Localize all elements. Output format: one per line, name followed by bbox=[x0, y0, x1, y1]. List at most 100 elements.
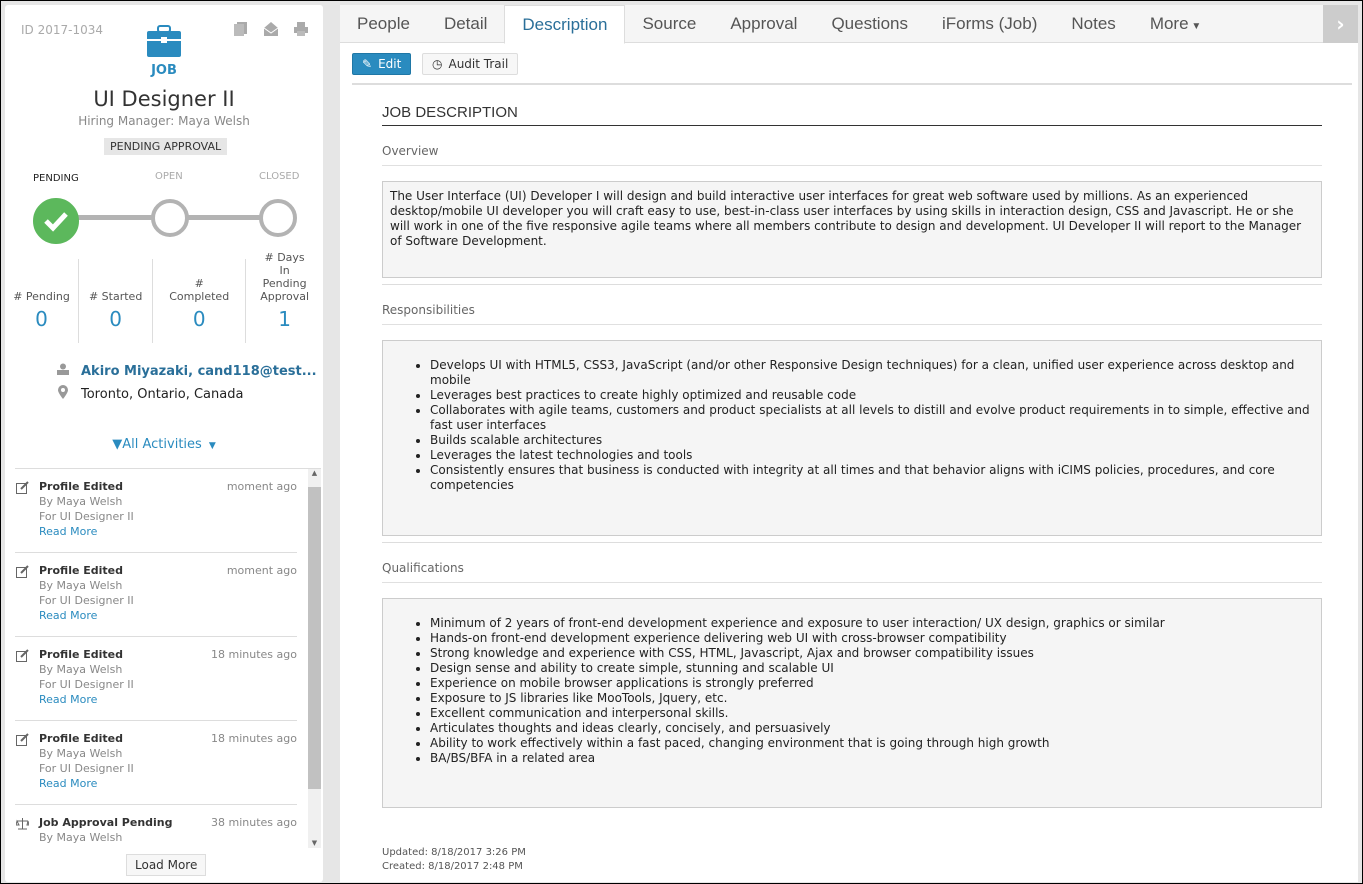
tab-more[interactable]: More ▼ bbox=[1133, 5, 1218, 42]
activity-item: Profile Edited moment ago By Maya Welsh F… bbox=[15, 469, 297, 553]
copy-icon[interactable] bbox=[233, 21, 249, 37]
record-type: JOB bbox=[151, 63, 177, 78]
job-title: UI Designer II bbox=[93, 87, 235, 111]
audit-trail-button[interactable]: ◷ Audit Trail bbox=[422, 53, 519, 75]
qualifications-textarea[interactable]: Minimum of 2 years of front-end developm… bbox=[382, 598, 1322, 808]
activity-item: Profile Edited 18 minutes ago By Maya We… bbox=[15, 721, 297, 805]
tab-label: Notes bbox=[1071, 14, 1116, 33]
app-frame: ID 2017-1034 JOB UI Designer II Hiring M… bbox=[1, 1, 1362, 883]
step-label-pending: PENDING bbox=[33, 173, 79, 184]
edit-icon bbox=[16, 481, 29, 494]
stat-value: 1 bbox=[278, 307, 291, 331]
tab-label: Source bbox=[642, 14, 697, 33]
stat-label: # Pending bbox=[13, 290, 70, 303]
stat-value[interactable]: 0 bbox=[79, 307, 152, 331]
tab-description[interactable]: Description bbox=[504, 5, 626, 44]
contact-info: Akiro Miyazaki, cand118@test... Toronto,… bbox=[57, 363, 317, 403]
tab-label: Description bbox=[522, 15, 608, 34]
stat-started: # Started 0 bbox=[79, 259, 154, 343]
read-more-link[interactable]: Read More bbox=[39, 524, 297, 539]
load-more-button[interactable]: Load More bbox=[126, 854, 207, 876]
pencil-icon: ✎ bbox=[362, 57, 373, 71]
tab-approval[interactable]: Approval bbox=[713, 5, 814, 42]
activity-by: By Maya Welsh bbox=[39, 495, 123, 508]
caret-down-icon: ▼ bbox=[1188, 21, 1202, 32]
responsibilities-label: Responsibilities bbox=[382, 303, 1322, 325]
read-more-link[interactable]: Read More bbox=[39, 776, 297, 791]
list-item: Hands-on front-end development experienc… bbox=[430, 631, 1314, 646]
briefcase-icon bbox=[147, 25, 181, 57]
tab-bar: People Detail Description Source Approval Que… bbox=[340, 5, 1358, 44]
activity-time: moment ago bbox=[226, 564, 297, 577]
activity-item: Profile Edited moment ago By Maya Welsh F… bbox=[15, 553, 297, 637]
list-item: Ability to work effectively within a fas… bbox=[430, 736, 1314, 751]
activity-item: Profile Edited 18 minutes ago By Maya We… bbox=[15, 637, 297, 721]
step-label-open: OPEN bbox=[155, 171, 183, 182]
tab-source[interactable]: Source bbox=[625, 5, 713, 42]
scrollbar-thumb[interactable] bbox=[308, 487, 321, 789]
activity-by: By Maya Welsh bbox=[39, 747, 123, 760]
stat-pending: # Pending 0 bbox=[5, 259, 80, 343]
list-item: Builds scalable architectures bbox=[430, 433, 1314, 448]
read-more-link[interactable]: Read More bbox=[39, 692, 297, 707]
tab-iforms-job[interactable]: iForms (Job) bbox=[925, 5, 1054, 42]
activity-time: 18 minutes ago bbox=[211, 648, 297, 661]
updated-time: Updated: 8/18/2017 3:26 PM bbox=[382, 847, 526, 858]
email-icon[interactable] bbox=[263, 21, 279, 37]
tab-detail[interactable]: Detail bbox=[427, 5, 504, 42]
step-label-closed: CLOSED bbox=[259, 171, 300, 182]
edit-button[interactable]: ✎ Edit bbox=[352, 53, 412, 75]
list-item: Experience on mobile browser application… bbox=[430, 676, 1314, 691]
location-icon bbox=[57, 385, 69, 403]
activity-item: Job Approval Pending 38 minutes ago By M… bbox=[15, 805, 297, 848]
stats-row: # Pending 0 # Started 0 # Completed 0 # Day… bbox=[5, 251, 323, 343]
activity-time: moment ago bbox=[226, 480, 297, 493]
tab-questions[interactable]: Questions bbox=[814, 5, 925, 42]
stat-value[interactable]: 0 bbox=[153, 307, 245, 331]
contact-person-link[interactable]: Akiro Miyazaki, cand118@test... bbox=[81, 364, 317, 379]
caret-down-icon: ▼ bbox=[205, 441, 216, 451]
activity-scrollbar[interactable]: ▲ ▼ bbox=[308, 469, 321, 848]
activity-for: For UI Designer II bbox=[39, 762, 134, 775]
status-badge: PENDING APPROVAL bbox=[104, 138, 228, 155]
print-icon[interactable] bbox=[293, 21, 309, 37]
activity-by: By Maya Welsh bbox=[39, 663, 123, 676]
tab-label: More bbox=[1149, 14, 1189, 33]
read-more-link[interactable]: Read More bbox=[39, 608, 297, 623]
step-open-circle bbox=[151, 199, 189, 237]
list-item: BA/BS/BFA in a related area bbox=[430, 751, 1314, 766]
stat-value[interactable]: 0 bbox=[5, 307, 78, 331]
header-actions bbox=[233, 21, 309, 37]
edit-icon bbox=[16, 733, 29, 746]
activity-for: For UI Designer II bbox=[39, 594, 134, 607]
stat-label: # Started bbox=[88, 290, 143, 303]
overview-textarea[interactable]: The User Interface (UI) Developer I will… bbox=[382, 181, 1322, 278]
tab-people[interactable]: People bbox=[340, 5, 427, 42]
footer-timestamps: Updated: 8/18/2017 3:26 PM Created: 8/18/… bbox=[382, 846, 526, 874]
step-pending-check-icon bbox=[33, 198, 79, 244]
location: Toronto, Ontario, Canada bbox=[81, 386, 244, 402]
list-item: Exposure to JS libraries like MooTools, … bbox=[430, 691, 1314, 706]
activity-for: For UI Designer II bbox=[39, 678, 134, 691]
list-item: Strong knowledge and experience with CSS… bbox=[430, 646, 1314, 661]
responsibilities-textarea[interactable]: Develops UI with HTML5, CSS3, JavaScript… bbox=[382, 340, 1322, 536]
divider bbox=[382, 284, 1322, 285]
divider bbox=[352, 83, 1352, 85]
chevron-right-icon[interactable]: › bbox=[1323, 5, 1358, 43]
qualifications-label: Qualifications bbox=[382, 561, 1322, 583]
section-heading: JOB DESCRIPTION bbox=[382, 104, 1322, 126]
activity-filter-dropdown[interactable]: ▼All Activities ▼ bbox=[5, 437, 323, 452]
hiring-manager: Hiring Manager: Maya Welsh bbox=[78, 114, 250, 128]
edit-icon bbox=[16, 649, 29, 662]
tab-label: Detail bbox=[443, 14, 488, 33]
edit-label: Edit bbox=[378, 57, 402, 71]
list-item: Minimum of 2 years of front-end developm… bbox=[430, 616, 1314, 631]
divider bbox=[382, 542, 1322, 543]
scale-icon bbox=[15, 817, 30, 830]
activity-list: Profile Edited moment ago By Maya Welsh F… bbox=[15, 468, 321, 848]
tab-label: Questions bbox=[831, 14, 908, 33]
person-icon bbox=[57, 363, 69, 379]
tab-notes[interactable]: Notes bbox=[1054, 5, 1132, 42]
activity-time: 38 minutes ago bbox=[211, 816, 297, 829]
audit-label: Audit Trail bbox=[448, 57, 509, 71]
